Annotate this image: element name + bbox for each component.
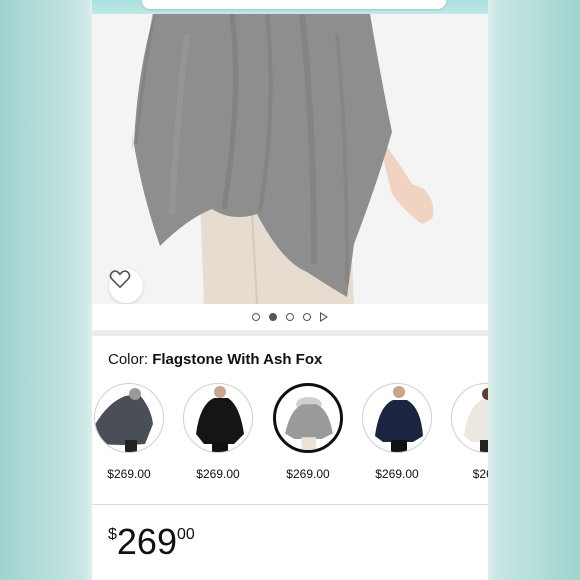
color-swatch[interactable]: $269.00 [94,383,164,481]
swatch-price: $269.00 [196,467,240,481]
gallery-dot[interactable] [286,313,294,321]
swatch-image[interactable] [362,383,432,453]
color-swatch[interactable]: $269.00 [362,383,432,481]
product-page: Color: Flagstone With Ash Fox $269.00 $2… [92,14,488,580]
color-label: Color: Flagstone With Ash Fox [108,351,322,368]
color-swatch[interactable]: $269 [451,383,488,481]
swatch-price: $269.00 [286,467,330,481]
swatch-image[interactable] [94,383,164,453]
swatch-image[interactable] [183,383,253,453]
gallery-dot-active[interactable] [269,313,277,321]
swatch-price: $269.00 [375,467,419,481]
color-swatch-list[interactable]: $269.00 $269.00 $269.00 $269.00 $2 [92,383,488,483]
swatch-price: $269 [472,467,488,481]
swatch-price: $269.00 [107,467,151,481]
heart-icon [109,270,131,288]
color-value: Flagstone With Ash Fox [152,351,323,368]
color-label-prefix: Color: [108,351,149,368]
section-divider [92,504,488,505]
play-icon[interactable] [320,312,328,322]
price-fraction: 00 [176,526,195,543]
swatch-image[interactable] [273,383,343,453]
product-price: $ 269 00 [108,522,195,562]
color-swatch-selected[interactable]: $269.00 [273,383,343,481]
gallery-dot[interactable] [303,313,311,321]
price-currency: $ [108,526,117,543]
product-image[interactable] [92,14,488,304]
color-swatch[interactable]: $269.00 [183,383,253,481]
section-divider [92,330,488,336]
gallery-pagination [92,304,488,330]
gallery-dot[interactable] [252,313,260,321]
swatch-image[interactable] [451,383,488,453]
product-photo [92,14,488,304]
price-whole: 269 [116,521,177,562]
search-bar[interactable] [142,0,446,9]
wishlist-button[interactable] [109,269,143,303]
